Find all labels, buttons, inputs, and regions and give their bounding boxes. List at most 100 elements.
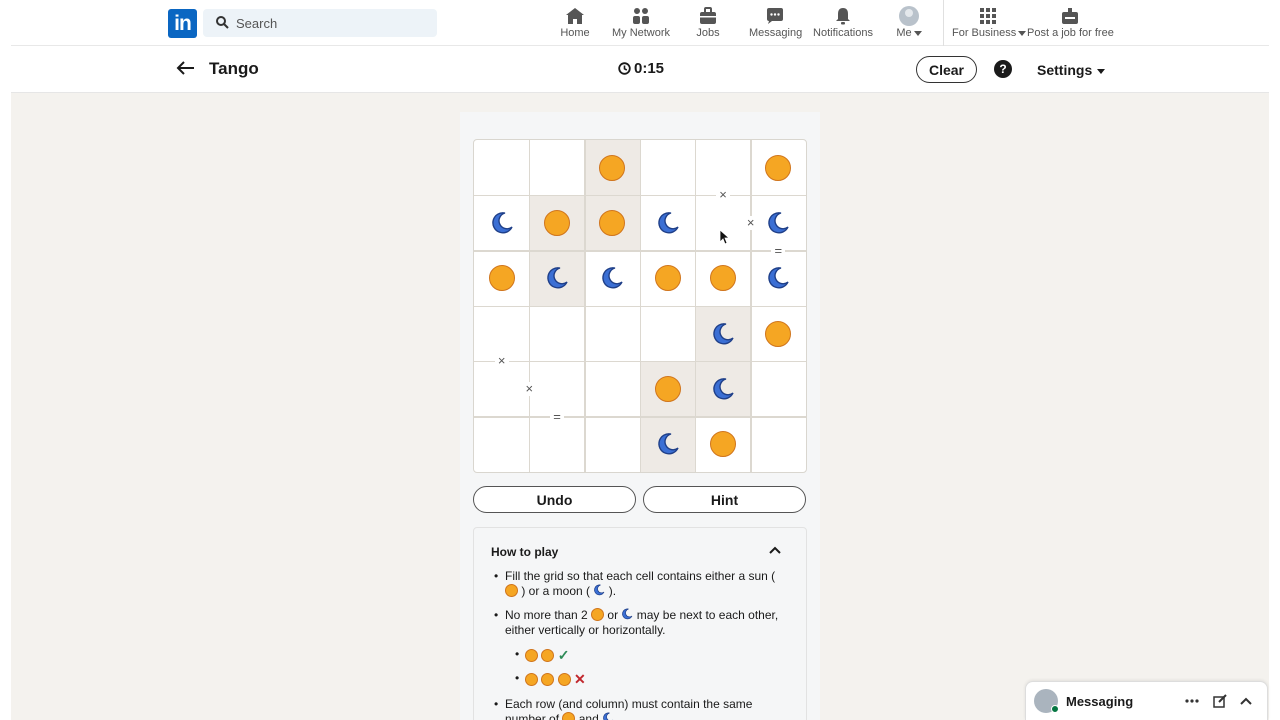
board-cell[interactable]	[529, 250, 585, 307]
sun-icon	[562, 712, 576, 720]
sun-icon	[710, 431, 737, 458]
nav-business-label: For Business	[952, 27, 1017, 39]
chevron-down-icon	[1097, 68, 1106, 74]
board-cell[interactable]	[529, 195, 585, 251]
cross-icon: ✕	[574, 671, 586, 687]
opposite-constraint: ×	[522, 382, 537, 396]
compose-icon[interactable]	[1213, 694, 1227, 708]
timer-value: 0:15	[634, 60, 665, 77]
board-cell[interactable]	[474, 195, 530, 251]
board-cell[interactable]	[585, 251, 641, 307]
board-cell[interactable]	[751, 306, 806, 362]
moon-icon	[768, 267, 790, 289]
grid-line	[474, 360, 806, 363]
sun-icon	[599, 154, 626, 181]
board-cell[interactable]	[695, 251, 751, 307]
nav-messaging[interactable]: Messaging	[749, 6, 802, 42]
undo-button[interactable]: Undo	[473, 486, 636, 513]
back-arrow-icon[interactable]	[176, 58, 196, 78]
sun-icon	[710, 265, 737, 292]
board-cell[interactable]	[474, 361, 530, 417]
board-cell[interactable]	[640, 195, 696, 251]
board-cell[interactable]	[529, 306, 585, 362]
board-cell[interactable]	[584, 140, 641, 196]
clock-icon	[618, 62, 631, 75]
board-cell[interactable]	[529, 417, 585, 472]
board-cell[interactable]	[585, 361, 641, 417]
rule3-text-b: and	[578, 712, 599, 720]
nav-network-label: My Network	[611, 27, 671, 39]
board-cell[interactable]	[640, 306, 696, 362]
help-icon[interactable]: ?	[994, 60, 1012, 78]
moon-icon	[547, 267, 568, 289]
moon-icon	[713, 322, 734, 345]
board-cell[interactable]	[585, 417, 641, 472]
more-options-icon[interactable]	[1185, 699, 1199, 703]
board-cell[interactable]	[695, 306, 751, 362]
nav-me[interactable]: Me	[893, 6, 925, 42]
game-title: Tango	[209, 59, 259, 78]
briefcase-icon	[700, 7, 716, 24]
check-icon: ✓	[557, 647, 570, 663]
board-cell[interactable]	[751, 251, 806, 307]
rule-3: Each row (and column) must contain the s…	[494, 697, 785, 720]
example-valid: ✓	[515, 647, 570, 664]
sun-icon	[488, 265, 515, 292]
linkedin-logo[interactable]: in	[168, 9, 197, 38]
nav-my-network[interactable]: My Network	[610, 6, 672, 42]
moon-icon	[768, 212, 790, 234]
chevron-up-icon[interactable]	[1239, 696, 1253, 706]
search-placeholder: Search	[236, 16, 278, 31]
settings-dropdown[interactable]: Settings	[1037, 62, 1106, 78]
board-cell[interactable]	[640, 361, 696, 417]
clear-button[interactable]: Clear	[916, 56, 977, 83]
board-cell[interactable]	[640, 416, 696, 472]
sun-icon	[525, 649, 538, 662]
chevron-up-icon[interactable]	[768, 545, 782, 555]
nav-for-business[interactable]: For Business	[952, 6, 1027, 42]
how-to-play-title: How to play	[491, 545, 559, 559]
board-cell[interactable]	[640, 140, 696, 196]
nav-notifications-label: Notifications	[813, 27, 873, 39]
board-cell[interactable]	[474, 140, 530, 196]
board-cell[interactable]	[584, 195, 641, 251]
nav-home-label: Home	[560, 27, 590, 39]
sun-icon	[591, 608, 605, 621]
search-input[interactable]: Search	[203, 9, 437, 37]
sun-icon	[557, 673, 571, 686]
board-cell[interactable]	[474, 417, 530, 472]
sun-icon	[654, 265, 681, 292]
sun-icon	[654, 376, 681, 403]
equal-constraint: =	[550, 409, 564, 424]
board-cell[interactable]	[751, 361, 806, 417]
board-cell[interactable]	[640, 251, 696, 307]
nav-jobs-label: Jobs	[696, 27, 720, 39]
board-cell[interactable]	[751, 417, 806, 472]
nav-jobs[interactable]: Jobs	[692, 6, 724, 42]
opposite-constraint: ×	[743, 216, 758, 230]
nav-me-label: Me	[896, 27, 912, 39]
nav-home[interactable]: Home	[556, 6, 594, 42]
rule3-text-a: Each row (and column) must contain the s…	[505, 697, 753, 720]
hint-button[interactable]: Hint	[643, 486, 806, 513]
messaging-dock[interactable]: Messaging	[1025, 681, 1268, 720]
left-margin	[0, 0, 11, 720]
online-status-dot	[1051, 705, 1059, 713]
nav-notifications[interactable]: Notifications	[811, 6, 875, 42]
moon-icon	[713, 378, 734, 400]
board-cell[interactable]	[529, 140, 585, 196]
sun-icon	[765, 320, 792, 347]
board-cell[interactable]	[695, 417, 751, 472]
rule2-text-b: or	[607, 608, 619, 622]
board-cell[interactable]	[585, 306, 641, 362]
top-nav: in Search Home My Network Jobs Messaging…	[11, 0, 1269, 46]
messaging-icon	[767, 8, 783, 24]
board-cell[interactable]	[474, 251, 530, 307]
messaging-dock-label: Messaging	[1066, 694, 1134, 709]
equal-constraint: =	[771, 243, 786, 258]
nav-post-job[interactable]: Post a job for free	[1027, 6, 1114, 42]
board-cell[interactable]	[695, 361, 751, 417]
right-margin	[1269, 0, 1280, 720]
moon-icon	[657, 212, 679, 234]
board-cell[interactable]	[751, 140, 806, 196]
